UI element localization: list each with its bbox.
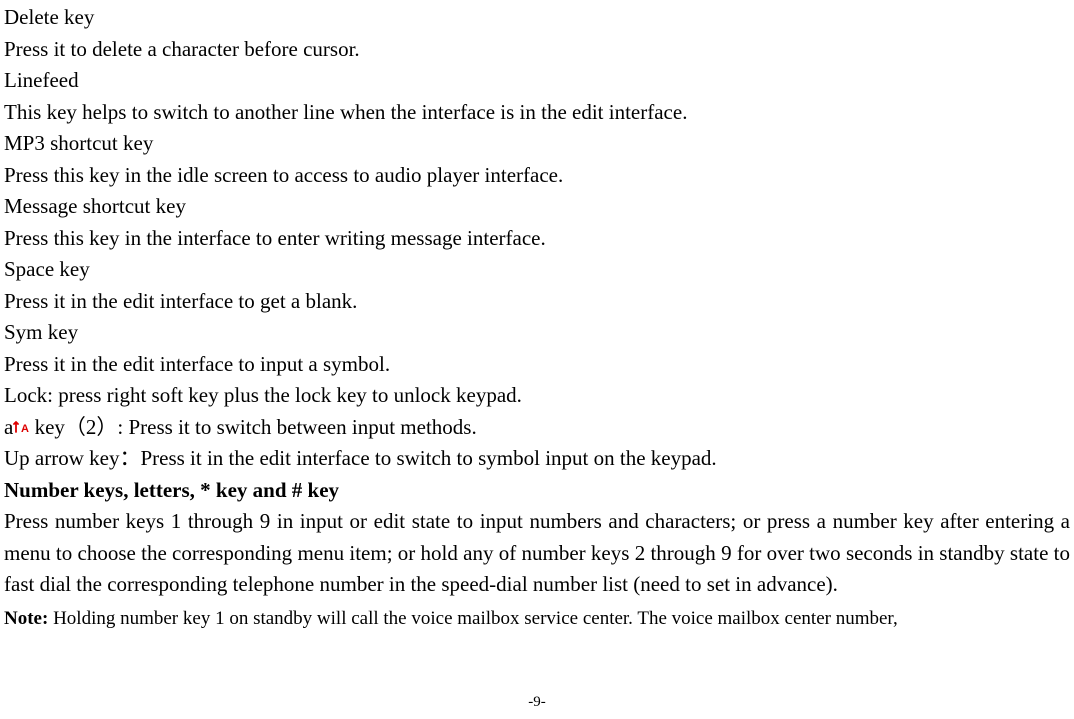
- svg-text:A: A: [21, 423, 29, 434]
- a-key-suffix: key（2）: Press it to switch between input…: [29, 415, 476, 439]
- space-title: Space key: [4, 254, 1070, 286]
- document-body: Delete key Press it to delete a characte…: [4, 2, 1070, 633]
- mp3-desc: Press this key in the idle screen to acc…: [4, 160, 1070, 192]
- up-arrow-desc: Up arrow key：Press it in the edit interf…: [4, 443, 1070, 475]
- message-desc: Press this key in the interface to enter…: [4, 223, 1070, 255]
- message-title: Message shortcut key: [4, 191, 1070, 223]
- number-keys-para: Press number keys 1 through 9 in input o…: [4, 506, 1070, 601]
- arrow-up-a-icon: A: [13, 412, 29, 426]
- page-number: -9-: [0, 691, 1074, 714]
- note-text: Holding number key 1 on standby will cal…: [48, 608, 897, 629]
- sym-title: Sym key: [4, 317, 1070, 349]
- a-key-prefix: a: [4, 415, 13, 439]
- number-keys-heading: Number keys, letters, * key and # key: [4, 475, 1070, 507]
- space-desc: Press it in the edit interface to get a …: [4, 286, 1070, 318]
- note-line: Note: Holding number key 1 on standby wi…: [4, 605, 1070, 634]
- delete-key-desc: Press it to delete a character before cu…: [4, 34, 1070, 66]
- a-key-line: aA key（2）: Press it to switch between in…: [4, 412, 1070, 444]
- linefeed-title: Linefeed: [4, 65, 1070, 97]
- lock-desc: Lock: press right soft key plus the lock…: [4, 380, 1070, 412]
- note-label: Note:: [4, 608, 48, 629]
- sym-desc: Press it in the edit interface to input …: [4, 349, 1070, 381]
- mp3-title: MP3 shortcut key: [4, 128, 1070, 160]
- delete-key-title: Delete key: [4, 2, 1070, 34]
- linefeed-desc: This key helps to switch to another line…: [4, 97, 1070, 129]
